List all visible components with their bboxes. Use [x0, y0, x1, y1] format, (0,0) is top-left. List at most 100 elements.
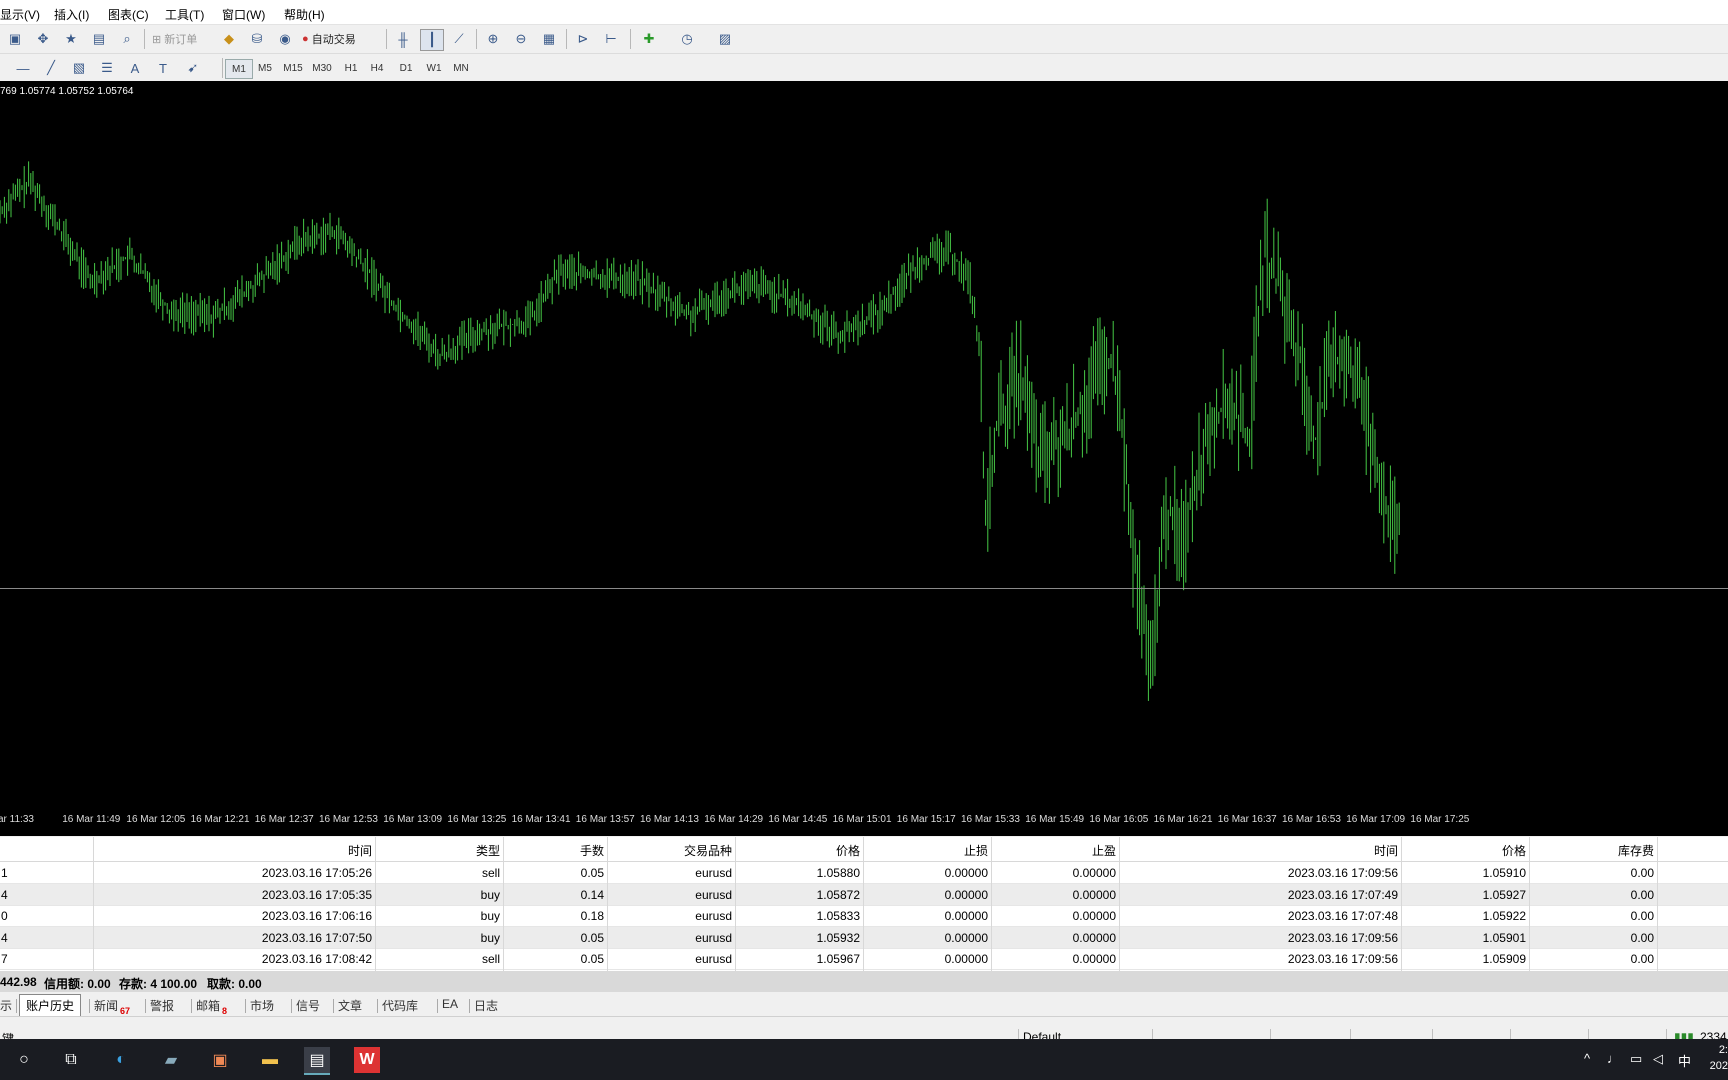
search-icon[interactable]: ○ [11, 1047, 37, 1073]
col-swap[interactable]: 库存费 [1618, 842, 1654, 859]
cell-lots: 0.05 [580, 866, 604, 880]
new-order-button[interactable]: ⊞ 新订单 [152, 29, 197, 49]
clock-date: 202 [1709, 1060, 1728, 1072]
timeframe-m30[interactable]: M30 [309, 59, 335, 77]
system-clock[interactable]: 2: 202 [1708, 1042, 1728, 1074]
horizontal-line-icon[interactable]: — [12, 58, 34, 78]
col-take-profit[interactable]: 止盈 [1092, 842, 1116, 859]
cell-close-price: 1.05910 [1482, 866, 1526, 880]
wps-icon[interactable]: W [354, 1047, 380, 1073]
tab-8[interactable]: 代码库 [382, 997, 418, 1014]
zoom-out-icon[interactable]: ⊖ [510, 29, 532, 49]
price-chart[interactable]: 769 1.05774 1.05752 1.05764 ar 11:33 16 M… [0, 81, 1728, 836]
text-label-icon[interactable]: T [152, 58, 174, 78]
office-icon[interactable]: ▣ [207, 1047, 233, 1073]
col-symbol[interactable]: 交易品种 [684, 842, 732, 859]
metaeditor-icon[interactable]: ◉ [274, 29, 296, 49]
volume-icon[interactable]: ◁ [1653, 1051, 1663, 1067]
templates-icon[interactable]: ▨ [714, 29, 736, 49]
show-hidden-icons[interactable]: ^ [1584, 1051, 1590, 1066]
timeframe-h4[interactable]: H4 [364, 59, 390, 77]
time-tick: 16 Mar 12:05 [126, 814, 186, 825]
table-row[interactable]: 4 2023.03.16 17:05:35 buy 0.14 eurusd 1.05872… [0, 883, 1728, 906]
tab-5[interactable]: 市场 [250, 997, 274, 1014]
menu-charts[interactable]: 图表(C) [108, 6, 149, 23]
tab-0[interactable]: 示 [0, 997, 12, 1014]
cell-lots: 0.05 [580, 930, 604, 945]
indicators-icon[interactable]: ✚ [638, 29, 660, 49]
timeframe-mn[interactable]: MN [448, 59, 474, 77]
metatrader-app-icon[interactable]: ▤ [304, 1047, 330, 1075]
col-lots[interactable]: 手数 [580, 842, 604, 859]
file-explorer-icon[interactable]: ▬ [257, 1047, 283, 1073]
channel-icon[interactable]: ▧ [68, 58, 90, 78]
fibonacci-icon[interactable]: ☰ [96, 58, 118, 78]
cell-close-price: 1.05922 [1482, 909, 1526, 923]
time-tick: 16 Mar 13:57 [575, 814, 635, 825]
task-view-icon[interactable]: ⧉ [58, 1047, 84, 1073]
trendline-icon[interactable]: ╱ [40, 58, 62, 78]
text-icon[interactable]: A [124, 58, 146, 78]
cell-take-profit: 0.00000 [1072, 952, 1116, 966]
timeframe-d1[interactable]: D1 [393, 59, 419, 77]
auto-scroll-icon[interactable]: ⊢ [600, 29, 622, 49]
tab-7[interactable]: 文章 [338, 997, 362, 1014]
arrows-icon[interactable]: ➹ [182, 58, 204, 78]
bar-chart-icon[interactable]: ╫ [392, 29, 414, 49]
market-watch-icon[interactable]: ◆ [218, 29, 240, 49]
time-tick: ar 11:33 [0, 814, 34, 825]
tab-9[interactable]: EA [442, 997, 458, 1011]
crosshair-icon[interactable]: ✥ [32, 29, 54, 49]
menu-window[interactable]: 窗口(W) [222, 6, 265, 23]
timeframe-h1[interactable]: H1 [338, 59, 364, 77]
tab-3[interactable]: 警报 [150, 997, 174, 1014]
timeframe-m5[interactable]: M5 [252, 59, 278, 77]
table-row[interactable]: 0 2023.03.16 17:06:16 buy 0.18 eurusd 1.05833… [0, 905, 1728, 927]
cell-close-time: 2023.03.16 17:07:49 [1287, 887, 1398, 902]
cell-lots: 0.05 [580, 952, 604, 966]
tab-label: 邮箱 [196, 999, 221, 1013]
col-type[interactable]: 类型 [476, 842, 500, 859]
col-time-close[interactable]: 时间 [1374, 842, 1398, 859]
menu-insert[interactable]: 插入(I) [54, 6, 89, 23]
cell-stop-loss: 0.00000 [944, 887, 988, 902]
timeframe-m1[interactable]: M1 [225, 59, 253, 79]
col-stop-loss[interactable]: 止损 [964, 842, 988, 859]
auto-trading-button[interactable]: ● 自动交易 [302, 29, 356, 49]
navigator-icon[interactable]: ▤ [88, 29, 110, 49]
timeframe-w1[interactable]: W1 [421, 59, 447, 77]
tab-6[interactable]: 信号 [296, 997, 320, 1014]
periods-icon[interactable]: ◷ [676, 29, 698, 49]
notepad-icon[interactable]: ▰ [158, 1047, 184, 1073]
zoom-in-icon[interactable]: ⊕ [482, 29, 504, 49]
tab-4[interactable]: 邮箱 8 [196, 997, 227, 1016]
favorites-icon[interactable]: ★ [60, 29, 82, 49]
timeframe-m15[interactable]: M15 [280, 59, 306, 77]
time-tick: 16 Mar 13:41 [511, 814, 571, 825]
tab-1[interactable]: 账户历史 [19, 994, 82, 1016]
deposit-value: 存款: 4 100.00 [119, 977, 198, 991]
tab-10[interactable]: 日志 [474, 997, 498, 1014]
col-price-close[interactable]: 价格 [1502, 842, 1526, 859]
network-icon[interactable]: ▭ [1630, 1051, 1642, 1067]
candlestick-icon[interactable]: ┃ [420, 29, 444, 51]
new-chart-icon[interactable]: ▣ [4, 29, 26, 49]
cell-symbol: eurusd [695, 952, 732, 966]
ime-indicator[interactable]: 中 [1678, 1051, 1691, 1070]
menu-help[interactable]: 帮助(H) [284, 6, 325, 23]
microphone-icon[interactable]: ♩ [1607, 1051, 1620, 1066]
edge-browser-icon[interactable]: ◐ [108, 1047, 134, 1073]
tester-icon[interactable]: ⌕ [116, 29, 138, 49]
chart-shift-icon[interactable]: ⊳ [572, 29, 594, 49]
signals-icon[interactable]: ⛁ [246, 29, 268, 49]
tab-2[interactable]: 新闻 67 [94, 997, 130, 1016]
line-chart-icon[interactable]: ⟋ [448, 29, 470, 49]
menu-view[interactable]: 显示(V) [0, 6, 40, 23]
table-row[interactable]: 4 2023.03.16 17:07:50 buy 0.05 eurusd 1.05932… [0, 926, 1728, 949]
tile-windows-icon[interactable]: ▦ [538, 29, 560, 49]
table-row[interactable]: 7 2023.03.16 17:08:42 sell 0.05 eurusd 1.0596… [0, 948, 1728, 970]
table-row[interactable]: 1 2023.03.16 17:05:26 sell 0.05 eurusd 1.0588… [0, 862, 1728, 884]
col-price-open[interactable]: 价格 [836, 842, 860, 859]
col-time-open[interactable]: 时间 [348, 842, 372, 859]
menu-tools[interactable]: 工具(T) [165, 6, 204, 23]
